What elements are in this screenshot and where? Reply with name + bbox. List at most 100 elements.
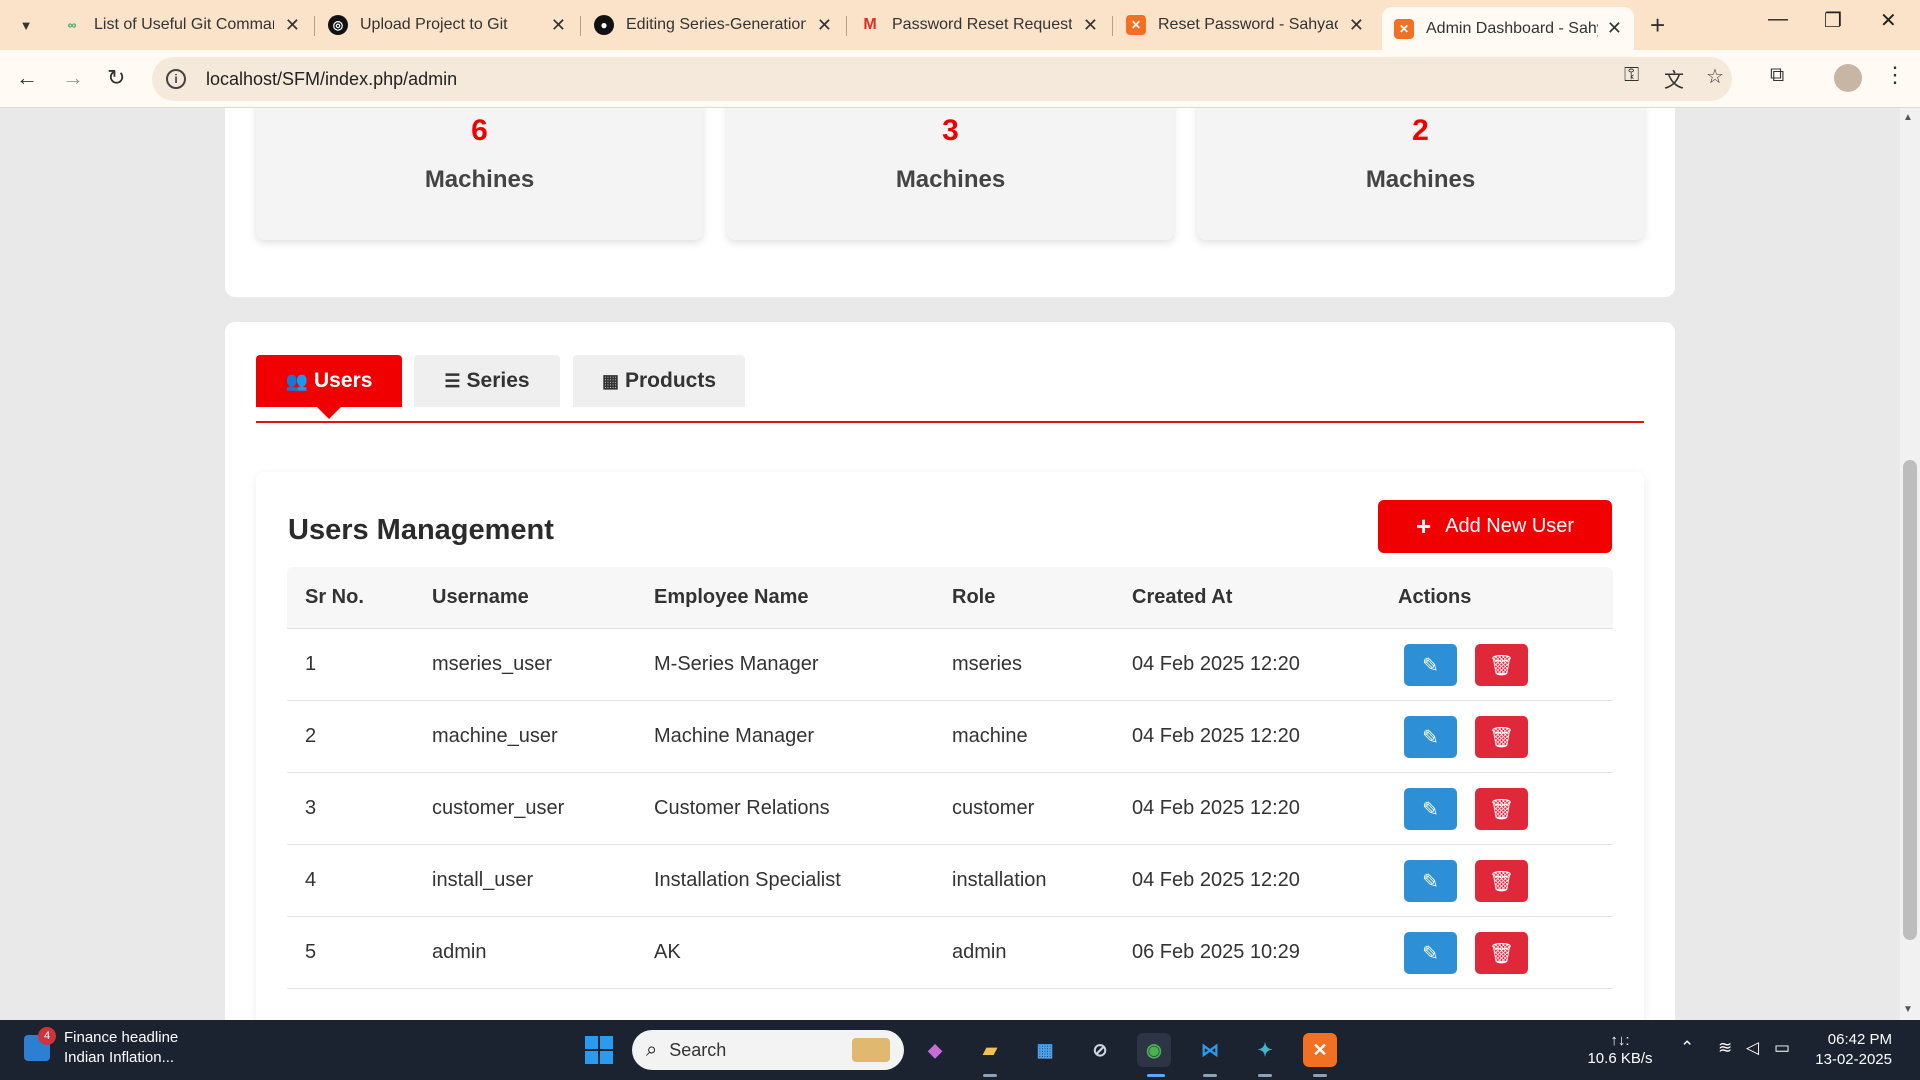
running-indicator [1258,1074,1272,1077]
system-clock[interactable]: 06:42 PM 13-02-2025 [1812,1030,1892,1070]
delete-button[interactable]: 🗑 [1475,788,1528,830]
scrollbar-thumb[interactable] [1903,460,1917,940]
extensions-puzzle-icon[interactable]: ⧉ [1770,64,1784,87]
wifi-icon[interactable]: ≋ [1718,1038,1732,1058]
browser-tab-admin-dashboard[interactable]: ✕ Admin Dashboard - Sahyadri ✕ [1382,7,1634,50]
git-icon: ∞ [67,18,77,32]
profile-avatar[interactable] [1834,64,1862,92]
edit-button[interactable]: ✎ [1404,716,1457,758]
forward-arrow-icon[interactable]: → [62,65,84,91]
xampp-icon[interactable]: ✕ [1303,1033,1337,1067]
browser-tab-reset-password[interactable]: ✕ Reset Password - Sahyadri ✕ [1114,7,1376,43]
cell-employee-name: M-Series Manager [654,653,819,675]
close-icon[interactable]: ✕ [1083,15,1098,36]
delete-button[interactable]: 🗑 [1475,644,1528,686]
network-speed-label: ↑↓: [1610,1032,1630,1049]
cell-sr: 4 [305,869,317,891]
battery-icon[interactable]: ▭ [1774,1038,1790,1058]
clock-time: 06:42 PM [1827,1031,1892,1048]
browser-tab-password-reset-request[interactable]: M Password Reset Request - ✕ [848,7,1110,43]
microsoft-store-icon[interactable]: ▦ [1028,1033,1062,1067]
running-indicator [1313,1074,1327,1077]
search-placeholder: Search [669,1039,727,1060]
stat-number: 6 [471,114,488,147]
openai-icon: ◎ [328,15,348,35]
back-arrow-icon[interactable]: ← [16,65,38,91]
new-tab-plus-icon[interactable]: + [1650,10,1665,41]
trash-icon: 🗑 [1488,726,1515,749]
bookmark-star-icon[interactable]: ☆ [1706,64,1724,89]
chrome-icon[interactable]: ◉ [1137,1033,1171,1067]
stat-label: Machines [1365,166,1476,193]
browser-tab-upload-project[interactable]: ◎ Upload Project to Git ✕ [316,7,578,43]
reload-icon[interactable]: ↻ [107,65,125,91]
cell-created-at: 06 Feb 2025 10:29 [1132,941,1300,963]
page-tabs: 👥 Users ☰ Series ▦ Products [256,355,1644,423]
add-new-user-button[interactable]: + Add New User [1378,500,1612,553]
news-widget[interactable]: 4 Finance headline Indian Inflation... [24,1027,179,1068]
edit-button[interactable]: ✎ [1404,932,1457,974]
news-title: Finance headline [64,1029,179,1046]
cell-username: admin [432,941,487,963]
address-bar[interactable]: i localhost/SFM/index.php/admin [152,57,1732,101]
news-headline: Indian Inflation... [64,1049,175,1066]
cell-created-at: 04 Feb 2025 12:20 [1132,869,1300,891]
browser-tab-git-commands[interactable]: ∞ List of Useful Git Commands ✕ [50,7,312,43]
window-close-icon[interactable]: ✕ [1880,8,1897,33]
url-text[interactable]: localhost/SFM/index.php/admin [206,69,457,90]
delete-button[interactable]: 🗑 [1475,860,1528,902]
close-icon[interactable]: ✕ [285,15,300,36]
close-icon[interactable]: ✕ [1607,18,1622,39]
tab-series[interactable]: ☰ Series [414,355,560,407]
network-speed-value: 10.6 KB/s [1587,1050,1653,1067]
tab-label: Series [466,369,530,392]
search-highlight-icon [852,1038,890,1062]
stat-card: 2 Machines [1197,108,1644,240]
tab-separator [580,16,581,36]
stat-label: Machines [424,166,535,193]
vscode-icon[interactable]: ⋈ [1193,1033,1227,1067]
table-row: 1 mseries_user M-Series Manager mseries … [287,629,1613,701]
gmail-icon: M [863,16,877,33]
close-icon[interactable]: ✕ [817,15,832,36]
tab-users[interactable]: 👥 Users [256,355,402,419]
taskbar-search[interactable]: ⌕ Search [632,1030,904,1070]
scroll-down-arrow-icon[interactable]: ▼ [1903,1004,1913,1015]
copilot-icon[interactable]: ◆ [918,1033,952,1067]
list-icon: ☰ [444,370,461,391]
cell-username: customer_user [432,797,565,819]
close-icon[interactable]: ✕ [1349,15,1364,36]
stats-panel: 6 Machines 3 Machines 2 Machines [225,108,1675,297]
windows-start-icon[interactable] [585,1036,613,1064]
restore-icon[interactable]: ❐ [1824,8,1842,33]
show-hidden-icons-chevron-icon[interactable]: ⌃ [1680,1038,1694,1058]
snipping-tool-icon[interactable]: ⊘ [1083,1033,1117,1067]
tab-label: Products [625,369,717,392]
browser-tab-editing-series[interactable]: ● Editing Series-Generation- ✕ [582,7,844,43]
edit-button[interactable]: ✎ [1404,644,1457,686]
tab-title: Password Reset Request - [892,16,1072,33]
tab-products[interactable]: ▦ Products [573,355,745,407]
tab-search-chevron-icon[interactable]: ▼ [12,11,40,39]
scroll-up-arrow-icon[interactable]: ▲ [1903,112,1913,123]
git-kraken-icon[interactable]: ✦ [1248,1033,1282,1067]
stat-number: 2 [1412,114,1429,147]
minimize-icon[interactable]: — [1768,8,1788,31]
file-explorer-icon[interactable]: ▰ [973,1033,1007,1067]
clock-date: 13-02-2025 [1815,1051,1892,1068]
cell-created-at: 04 Feb 2025 12:20 [1132,653,1300,675]
site-info-icon[interactable]: i [166,69,186,89]
column-header: Role [952,586,996,608]
edit-button[interactable]: ✎ [1404,860,1457,902]
browser-menu-icon[interactable]: ⋮ [1884,62,1906,88]
edit-button[interactable]: ✎ [1404,788,1457,830]
translate-icon[interactable]: 文 [1664,64,1684,93]
cell-employee-name: Customer Relations [654,797,830,819]
volume-icon[interactable]: ◁ [1746,1038,1759,1058]
table-row: 5 admin AK admin 06 Feb 2025 10:29 ✎ 🗑 [287,917,1613,989]
password-key-icon[interactable]: ⚿ [1624,64,1639,87]
delete-button[interactable]: 🗑 [1475,932,1528,974]
close-icon[interactable]: ✕ [551,15,566,36]
delete-button[interactable]: 🗑 [1475,716,1528,758]
cell-created-at: 04 Feb 2025 12:20 [1132,797,1300,819]
